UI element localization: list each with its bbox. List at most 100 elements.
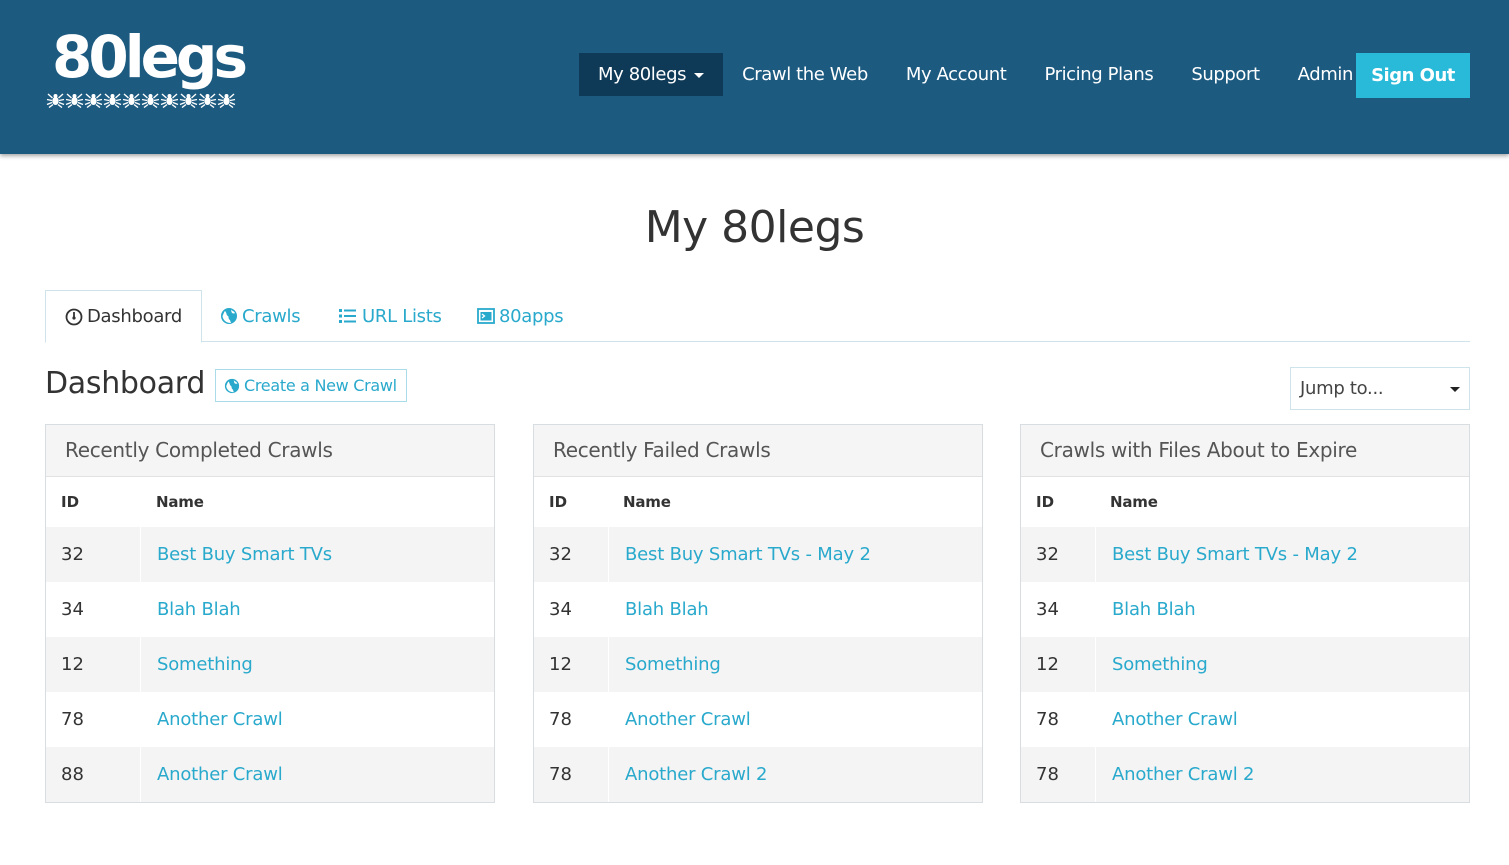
table-header: ID Name — [46, 477, 494, 527]
crawl-id: 12 — [1021, 637, 1096, 692]
app-window-icon — [477, 308, 495, 324]
caret-down-icon — [1450, 387, 1460, 392]
nav-label: Admin — [1297, 64, 1354, 85]
tab-dashboard[interactable]: Dashboard — [45, 290, 202, 343]
panel-title: Recently Failed Crawls — [534, 425, 982, 477]
panel-recently-completed: Recently Completed Crawls ID Name 32 Best Bu… — [45, 424, 495, 803]
nav-label: Crawl the Web — [742, 64, 868, 85]
table-row: 12 Something — [1021, 637, 1469, 692]
nav-support[interactable]: Support — [1172, 53, 1278, 96]
panel-title: Crawls with Files About to Expire — [1021, 425, 1469, 477]
tab-80apps[interactable]: 80apps — [477, 290, 564, 342]
spider-icon — [84, 93, 103, 108]
spider-icon — [65, 93, 84, 108]
table-row: 78 Another Crawl — [46, 692, 494, 747]
crawl-id: 32 — [534, 527, 609, 582]
column-header-id: ID — [61, 493, 80, 511]
spider-icon — [103, 93, 122, 108]
crawl-name-link[interactable]: Blah Blah — [141, 582, 241, 637]
globe-icon — [224, 378, 240, 393]
table-row: 12 Something — [534, 637, 982, 692]
spider-icon — [198, 93, 217, 108]
crawl-id: 78 — [1021, 747, 1096, 802]
nav-my-80legs[interactable]: My 80legs — [579, 53, 724, 96]
crawl-id: 78 — [46, 692, 141, 747]
table-row: 78 Another Crawl 2 — [534, 747, 982, 802]
tab-crawls[interactable]: Crawls — [220, 290, 301, 342]
crawl-id: 32 — [1021, 527, 1096, 582]
nav-my-account[interactable]: My Account — [887, 53, 1026, 96]
spider-icon — [160, 93, 179, 108]
create-new-crawl-button[interactable]: Create a New Crawl — [215, 369, 407, 402]
tab-label: URL Lists — [362, 305, 442, 327]
table-header: ID Name — [534, 477, 982, 527]
column-header-id: ID — [549, 493, 568, 511]
crawl-id: 34 — [1021, 582, 1096, 637]
crawl-id: 12 — [534, 637, 609, 692]
panel-title: Recently Completed Crawls — [46, 425, 494, 477]
crawl-name-link[interactable]: Another Crawl 2 — [609, 747, 767, 802]
brand-logo[interactable]: 80legs — [46, 22, 248, 108]
column-header-name: Name — [1110, 493, 1158, 511]
tab-label: 80apps — [499, 305, 564, 327]
spider-icon — [217, 93, 236, 108]
table-row: 12 Something — [46, 637, 494, 692]
crawl-name-link[interactable]: Blah Blah — [1096, 582, 1196, 637]
column-header-name: Name — [156, 493, 204, 511]
table-row: 34 Blah Blah — [1021, 582, 1469, 637]
tab-url-lists[interactable]: URL Lists — [338, 290, 442, 342]
table-row: 34 Blah Blah — [534, 582, 982, 637]
main-nav: My 80legs Crawl the Web My Account Prici… — [579, 53, 1390, 96]
globe-icon — [221, 308, 237, 324]
dashboard-icon — [65, 308, 83, 325]
crawl-id: 78 — [534, 692, 609, 747]
nav-crawl-the-web[interactable]: Crawl the Web — [723, 53, 887, 96]
crawl-name-link[interactable]: Another Crawl — [1096, 692, 1238, 747]
crawl-name-link[interactable]: Blah Blah — [609, 582, 709, 637]
crawl-name-link[interactable]: Best Buy Smart TVs - May 2 — [1096, 527, 1358, 582]
crawl-name-link[interactable]: Best Buy Smart TVs — [141, 527, 332, 582]
logo-text: 80legs — [52, 23, 248, 91]
crawl-id: 34 — [534, 582, 609, 637]
table-row: 78 Another Crawl — [534, 692, 982, 747]
panel-files-expiring: Crawls with Files About to Expire ID Name 3… — [1020, 424, 1470, 803]
nav-label: Pricing Plans — [1044, 64, 1154, 85]
crawl-id: 78 — [1021, 692, 1096, 747]
crawl-id: 12 — [46, 637, 141, 692]
sign-out-button[interactable]: Sign Out — [1356, 53, 1470, 98]
spider-row-icon — [46, 92, 244, 108]
crawl-id: 88 — [46, 747, 141, 802]
table-row: 32 Best Buy Smart TVs - May 2 — [534, 527, 982, 582]
dashboard-heading: Dashboard — [45, 366, 206, 401]
caret-down-icon — [694, 73, 705, 78]
nav-pricing-plans[interactable]: Pricing Plans — [1025, 53, 1172, 96]
crawl-name-link[interactable]: Something — [141, 637, 253, 692]
column-header-name: Name — [623, 493, 671, 511]
crawl-name-link[interactable]: Another Crawl 2 — [1096, 747, 1254, 802]
jump-to-value: Jump to... — [1300, 378, 1384, 399]
spider-icon — [141, 93, 160, 108]
button-label: Create a New Crawl — [244, 376, 397, 395]
spider-icon — [46, 93, 65, 108]
crawl-name-link[interactable]: Something — [609, 637, 721, 692]
table-row: 78 Another Crawl — [1021, 692, 1469, 747]
top-navbar: 80legs My 80legs Crawl the Web My Accoun… — [0, 0, 1509, 154]
crawl-name-link[interactable]: Another Crawl — [141, 747, 283, 802]
table-row: 34 Blah Blah — [46, 582, 494, 637]
column-header-id: ID — [1036, 493, 1055, 511]
crawl-name-link[interactable]: Best Buy Smart TVs - May 2 — [609, 527, 871, 582]
tab-label: Dashboard — [87, 306, 182, 327]
crawl-name-link[interactable]: Another Crawl — [141, 692, 283, 747]
crawl-id: 78 — [534, 747, 609, 802]
tab-label: Crawls — [242, 305, 301, 327]
panel-recently-failed: Recently Failed Crawls ID Name 32 Best Buy S… — [533, 424, 983, 803]
table-header: ID Name — [1021, 477, 1469, 527]
page-title: My 80legs — [644, 202, 865, 253]
crawl-name-link[interactable]: Something — [1096, 637, 1208, 692]
nav-label: My 80legs — [598, 64, 687, 85]
jump-to-select[interactable]: Jump to... — [1290, 367, 1470, 410]
table-row: 88 Another Crawl — [46, 747, 494, 802]
list-icon — [339, 309, 356, 323]
crawl-name-link[interactable]: Another Crawl — [609, 692, 751, 747]
crawl-id: 34 — [46, 582, 141, 637]
